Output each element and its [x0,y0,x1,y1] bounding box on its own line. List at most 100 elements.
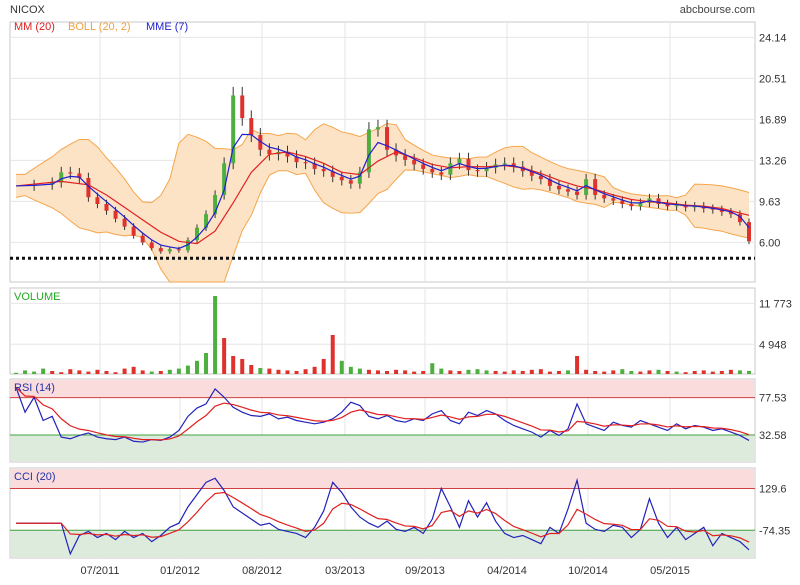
rsi-overbought-zone [11,380,754,398]
volume-tick-label: 4 948 [759,339,787,351]
volume-bar [439,368,444,374]
stock-chart: NICOX abcbourse.com 24.14 20.51 16.89 13.26… [0,0,800,580]
volume-bar [86,371,91,374]
candle-body [611,198,616,201]
volume-bar [584,369,589,374]
volume-bar [213,296,218,374]
volume-bar [475,369,480,374]
price-tick-label: 24.14 [759,32,787,44]
volume-bar [312,366,317,374]
rsi-title: RSI (14) [14,382,55,394]
volume-bar [701,370,706,374]
candle-body [403,155,408,160]
volume-bar [330,335,335,374]
volume-bar [692,371,697,374]
volume-bar [538,369,543,374]
candle-body [629,204,634,207]
volume-bar [403,370,408,374]
volume-bar [357,368,362,374]
candle-body [457,158,462,164]
volume-bar [457,371,462,374]
candle-body [448,163,453,175]
volume-bar [430,363,435,374]
volume-bar [366,369,371,374]
cci-oversold-zone [11,530,754,557]
volume-bar [176,368,181,374]
volume-bar [493,371,498,374]
volume-bar [249,365,254,374]
volume-bar [131,366,136,374]
x-tick-label: 05/2015 [650,565,690,577]
source-label: abcbourse.com [680,4,755,16]
volume-bar [728,369,733,374]
volume-bar [339,360,344,374]
x-tick-label: 08/2012 [242,565,282,577]
volume-bar [448,370,453,374]
volume-bar [59,372,64,374]
volume-bar [348,366,353,374]
x-tick-label: 07/2011 [81,565,120,577]
candle-body [593,179,598,195]
legend-mme: MME (7) [146,21,188,33]
volume-bar [665,371,670,374]
volume-bar [276,369,281,374]
x-tick-label: 04/2014 [487,565,527,577]
candle-body [158,248,163,252]
volume-bar [303,369,308,374]
volume-bar [611,370,616,374]
candle-body [113,210,118,219]
x-tick-label: 03/2013 [325,565,365,577]
candle-body [122,218,127,227]
volume-bar [204,353,209,374]
volume-bar [14,372,18,374]
price-tick-label: 16.89 [759,114,787,126]
volume-bar [68,369,73,374]
volume-bar [566,370,571,374]
volume-bar [674,371,679,374]
volume-bar [267,368,272,374]
volume-bar [104,371,109,374]
candle-body [167,249,172,252]
volume-bar [50,371,55,374]
volume-bar [593,371,598,374]
candle-body [140,235,145,243]
candle-body [95,197,100,204]
rsi-tick-label: 32.58 [759,430,787,442]
price-tick-label: 20.51 [759,73,787,85]
candle-body [104,204,109,211]
volume-bar [258,368,263,374]
volume-bar [185,365,190,374]
volume-bar [602,371,607,374]
volume-bar [167,369,172,374]
candle-body [412,159,417,165]
volume-bar [222,338,227,374]
volume-bar [737,370,742,374]
candle-body [656,198,661,204]
volume-bar [647,370,652,374]
volume-bar [466,369,471,374]
volume-bar [321,359,326,374]
volume-bar [41,368,46,374]
volume-bar [719,371,724,374]
candle-body [68,172,73,174]
volume-bar [122,368,127,374]
volume-bar [113,372,118,374]
cci-tick-label: 129.6 [759,484,787,496]
candle-body [303,162,308,164]
candle-body [556,185,561,190]
legend-mm: MM (20) [14,21,55,33]
candle-body [602,194,607,199]
cci-title: CCI (20) [14,471,56,483]
candle-body [439,172,444,175]
candle-body [149,242,154,249]
candle-body [430,168,435,173]
volume-bar [683,372,688,374]
price-tick-label: 9.63 [759,196,780,208]
volume-bar [520,371,525,374]
volume-bar [710,371,715,374]
volume-bar [394,369,399,374]
candle-body [566,189,571,192]
volume-title: VOLUME [14,291,60,303]
volume-bar [547,371,552,374]
candle-body [348,180,353,184]
